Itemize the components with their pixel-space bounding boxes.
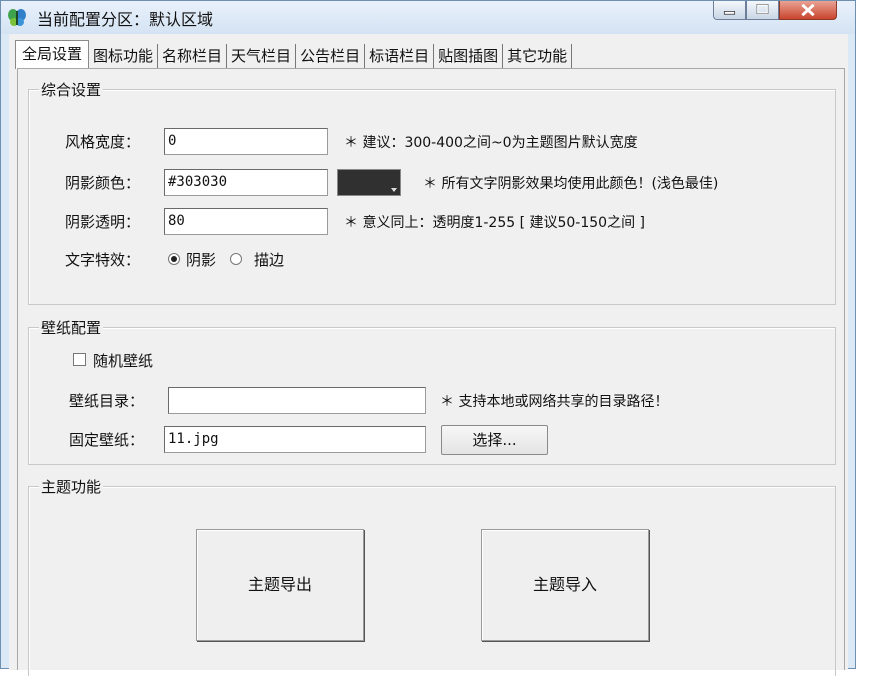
style-width-hint: ＊ 建议：300-400之间~0为主题图片默认宽度 (344, 135, 638, 151)
close-button[interactable] (779, 1, 837, 20)
shadow-color-input[interactable]: #303030 (164, 169, 328, 196)
style-width-input[interactable]: 0 (164, 128, 328, 155)
tab-slogan-column[interactable]: 标语栏目 (365, 44, 435, 69)
tab-panel-global: 综合设置 风格宽度： 0 ＊ 建议：300-400之间~0为主题图片默认宽度 阴… (17, 68, 845, 676)
client-area: 全局设置 图标功能 名称栏目 天气栏目 公告栏目 标语栏目 贴图插图 其它功能 … (9, 34, 848, 676)
tab-notice-column[interactable]: 公告栏目 (296, 44, 366, 69)
radio-stroke[interactable] (230, 253, 242, 265)
app-window: 当前配置分区：默认区域 全局设置 图标功能 名称栏目 天气栏目 公告栏目 标语栏… (0, 0, 856, 676)
shadow-alpha-hint: ＊ 意义同上：透明度1-255 [ 建议50-150之间 ] (344, 215, 645, 231)
shadow-color-hint: ＊ 所有文字阴影效果均使用此颜色！(浅色最佳) (423, 176, 719, 192)
random-wallpaper-checkbox[interactable] (73, 353, 86, 366)
wallpaper-group: 壁纸配置 随机壁纸 壁纸目录： ＊ 支持本地或网络共享的目录路径！ 固定壁纸： … (28, 317, 836, 465)
minimize-button[interactable] (713, 1, 746, 20)
general-settings-group: 综合设置 风格宽度： 0 ＊ 建议：300-400之间~0为主题图片默认宽度 阴… (28, 79, 836, 305)
radio-shadow[interactable] (168, 253, 180, 265)
tab-strip: 全局设置 图标功能 名称栏目 天气栏目 公告栏目 标语栏目 贴图插图 其它功能 (15, 40, 573, 69)
random-wallpaper-label[interactable]: 随机壁纸 (93, 350, 153, 371)
tab-other-functions[interactable]: 其它功能 (503, 44, 573, 69)
shadow-color-label: 阴影颜色： (65, 174, 141, 192)
tab-global-settings[interactable]: 全局设置 (15, 40, 90, 69)
tab-weather-column[interactable]: 天气栏目 (227, 44, 297, 69)
window-title: 当前配置分区：默认区域 (37, 10, 214, 29)
wallpaper-dir-label: 壁纸目录： (69, 392, 145, 410)
text-effect-label: 文字特效： (65, 251, 141, 269)
close-icon (801, 3, 815, 17)
group-title-wallpaper: 壁纸配置 (39, 317, 104, 338)
color-picker-swatch[interactable] (337, 169, 401, 196)
tab-icon-functions[interactable]: 图标功能 (89, 44, 159, 69)
theme-import-button[interactable]: 主题导入 (481, 529, 649, 641)
wallpaper-dir-hint: ＊ 支持本地或网络共享的目录路径！ (440, 394, 669, 410)
dropdown-arrow-icon (391, 188, 397, 192)
shadow-alpha-label: 阴影透明： (65, 213, 141, 231)
fixed-wallpaper-input[interactable]: 11.jpg (164, 426, 426, 453)
wallpaper-dir-input[interactable] (168, 387, 426, 414)
style-width-label: 风格宽度： (65, 133, 141, 151)
tab-name-column[interactable]: 名称栏目 (158, 44, 228, 69)
minimize-icon (723, 11, 736, 15)
theme-export-button[interactable]: 主题导出 (196, 529, 364, 641)
choose-wallpaper-button[interactable]: 选择... (441, 425, 548, 455)
radio-shadow-label[interactable]: 阴影 (186, 249, 216, 270)
fixed-wallpaper-label: 固定壁纸： (69, 431, 145, 449)
group-title-general: 综合设置 (39, 79, 104, 100)
title-bar[interactable]: 当前配置分区：默认区域 (1, 1, 855, 34)
tab-sticker-illustration[interactable]: 贴图插图 (434, 44, 504, 69)
radio-stroke-label[interactable]: 描边 (254, 249, 284, 270)
shadow-alpha-input[interactable]: 80 (164, 208, 328, 235)
maximize-button[interactable] (746, 1, 779, 20)
app-butterfly-icon (7, 7, 27, 27)
maximize-icon (756, 3, 769, 15)
theme-group: 主题功能 主题导出 主题导入 (28, 476, 836, 676)
group-title-theme: 主题功能 (39, 476, 104, 497)
